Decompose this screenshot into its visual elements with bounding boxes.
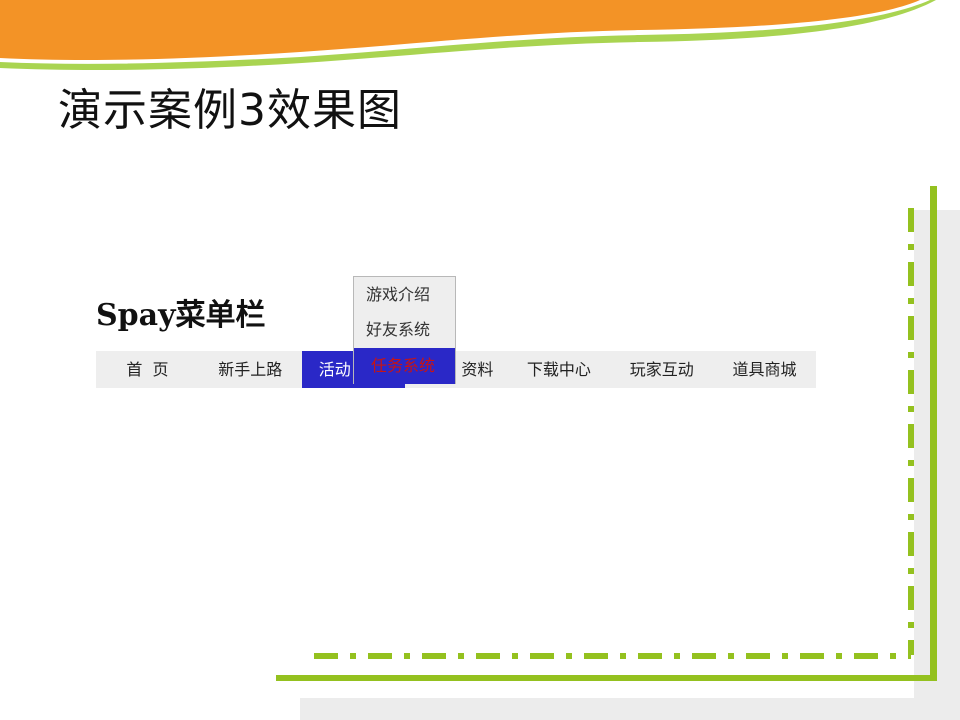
menu-bar: 首 页 新手上路 活动 资料 下载中心 玩家互动 道具商城 (96, 351, 816, 388)
slide-title: 演示案例3效果图 (58, 85, 402, 136)
frame-vertical-solid (930, 186, 937, 678)
menu-item-home[interactable]: 首 页 (96, 351, 199, 388)
dropdown-item-quests[interactable]: 任务系统 (354, 348, 455, 384)
dropdown-item-friends[interactable]: 好友系统 (354, 312, 455, 348)
menu-item-beginner[interactable]: 新手上路 (199, 351, 302, 388)
menu-item-community[interactable]: 玩家互动 (610, 351, 713, 388)
menu-item-downloads[interactable]: 下载中心 (507, 351, 610, 388)
menu-item-shop[interactable]: 道具商城 (713, 351, 816, 388)
bottom-gray-panel (300, 698, 960, 720)
frame-horizontal-solid (276, 675, 937, 681)
dropdown-item-game-intro[interactable]: 游戏介绍 (354, 277, 455, 313)
demo-heading: Spay菜单栏 (96, 298, 266, 333)
events-dropdown-menu: 游戏介绍 好友系统 任务系统 (353, 276, 456, 384)
